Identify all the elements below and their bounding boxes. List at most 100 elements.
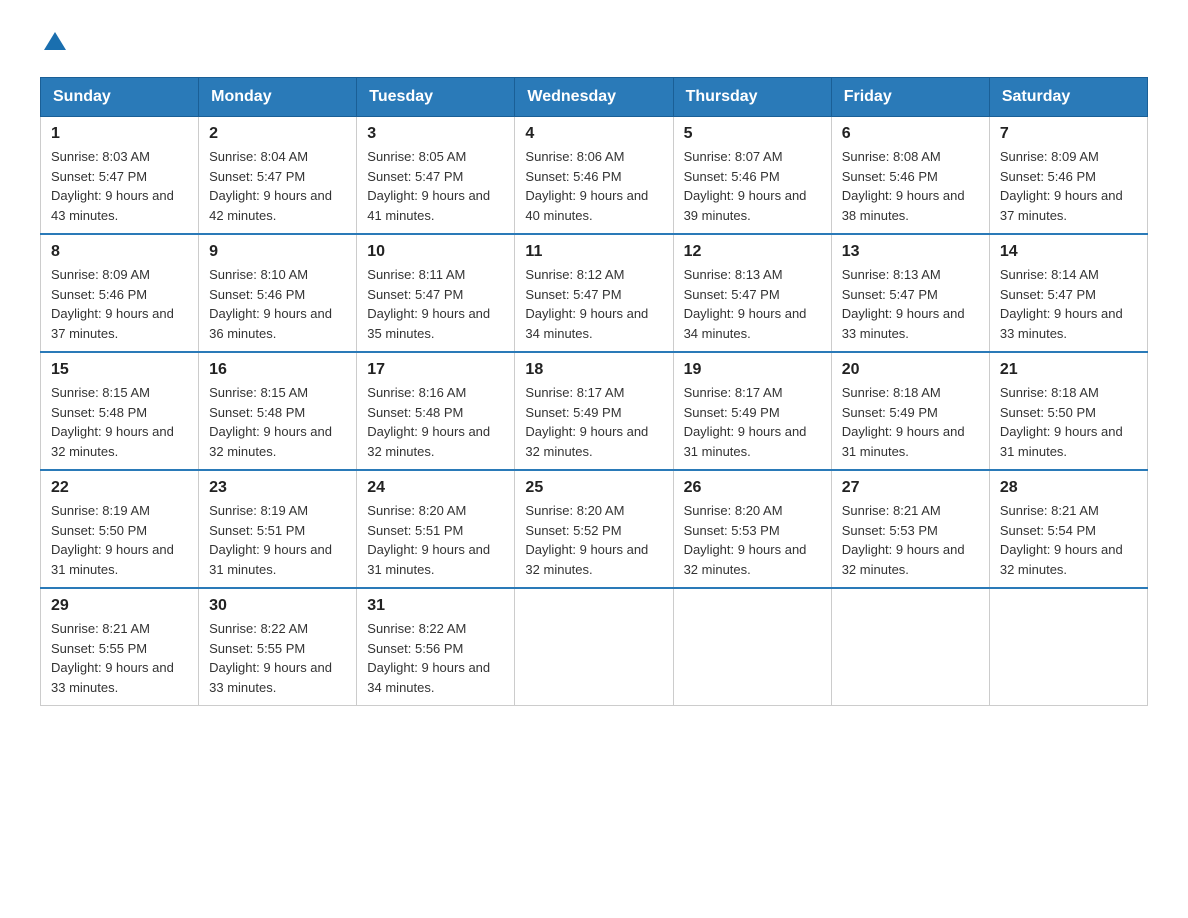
calendar-cell: 28 Sunrise: 8:21 AMSunset: 5:54 PMDaylig… <box>989 470 1147 588</box>
day-number: 12 <box>684 243 821 261</box>
day-number: 14 <box>1000 243 1137 261</box>
day-number: 5 <box>684 125 821 143</box>
calendar-cell <box>515 588 673 706</box>
calendar-cell: 14 Sunrise: 8:14 AMSunset: 5:47 PMDaylig… <box>989 234 1147 352</box>
calendar-cell: 3 Sunrise: 8:05 AMSunset: 5:47 PMDayligh… <box>357 117 515 235</box>
calendar-cell: 27 Sunrise: 8:21 AMSunset: 5:53 PMDaylig… <box>831 470 989 588</box>
calendar-cell <box>831 588 989 706</box>
day-info: Sunrise: 8:03 AMSunset: 5:47 PMDaylight:… <box>51 149 174 223</box>
page-header <box>40 30 1148 57</box>
calendar-cell: 20 Sunrise: 8:18 AMSunset: 5:49 PMDaylig… <box>831 352 989 470</box>
day-info: Sunrise: 8:18 AMSunset: 5:50 PMDaylight:… <box>1000 385 1123 459</box>
day-number: 28 <box>1000 479 1137 497</box>
day-number: 6 <box>842 125 979 143</box>
calendar-cell: 6 Sunrise: 8:08 AMSunset: 5:46 PMDayligh… <box>831 117 989 235</box>
calendar-cell: 31 Sunrise: 8:22 AMSunset: 5:56 PMDaylig… <box>357 588 515 706</box>
day-info: Sunrise: 8:06 AMSunset: 5:46 PMDaylight:… <box>525 149 648 223</box>
day-info: Sunrise: 8:17 AMSunset: 5:49 PMDaylight:… <box>684 385 807 459</box>
day-info: Sunrise: 8:13 AMSunset: 5:47 PMDaylight:… <box>684 267 807 341</box>
day-number: 20 <box>842 361 979 379</box>
logo-triangle-icon <box>44 30 66 52</box>
calendar-cell: 10 Sunrise: 8:11 AMSunset: 5:47 PMDaylig… <box>357 234 515 352</box>
day-info: Sunrise: 8:21 AMSunset: 5:55 PMDaylight:… <box>51 621 174 695</box>
day-info: Sunrise: 8:22 AMSunset: 5:56 PMDaylight:… <box>367 621 490 695</box>
day-info: Sunrise: 8:04 AMSunset: 5:47 PMDaylight:… <box>209 149 332 223</box>
day-number: 21 <box>1000 361 1137 379</box>
day-info: Sunrise: 8:16 AMSunset: 5:48 PMDaylight:… <box>367 385 490 459</box>
day-number: 8 <box>51 243 188 261</box>
day-info: Sunrise: 8:19 AMSunset: 5:51 PMDaylight:… <box>209 503 332 577</box>
calendar-header-row: SundayMondayTuesdayWednesdayThursdayFrid… <box>41 78 1148 117</box>
calendar-cell: 26 Sunrise: 8:20 AMSunset: 5:53 PMDaylig… <box>673 470 831 588</box>
day-number: 19 <box>684 361 821 379</box>
day-number: 27 <box>842 479 979 497</box>
day-number: 18 <box>525 361 662 379</box>
day-info: Sunrise: 8:20 AMSunset: 5:53 PMDaylight:… <box>684 503 807 577</box>
day-number: 9 <box>209 243 346 261</box>
calendar-cell: 25 Sunrise: 8:20 AMSunset: 5:52 PMDaylig… <box>515 470 673 588</box>
calendar-cell: 23 Sunrise: 8:19 AMSunset: 5:51 PMDaylig… <box>199 470 357 588</box>
column-header-wednesday: Wednesday <box>515 78 673 117</box>
day-info: Sunrise: 8:07 AMSunset: 5:46 PMDaylight:… <box>684 149 807 223</box>
calendar-cell: 22 Sunrise: 8:19 AMSunset: 5:50 PMDaylig… <box>41 470 199 588</box>
day-number: 4 <box>525 125 662 143</box>
day-number: 1 <box>51 125 188 143</box>
day-info: Sunrise: 8:09 AMSunset: 5:46 PMDaylight:… <box>1000 149 1123 223</box>
column-header-thursday: Thursday <box>673 78 831 117</box>
day-number: 10 <box>367 243 504 261</box>
calendar-cell: 29 Sunrise: 8:21 AMSunset: 5:55 PMDaylig… <box>41 588 199 706</box>
column-header-monday: Monday <box>199 78 357 117</box>
day-info: Sunrise: 8:10 AMSunset: 5:46 PMDaylight:… <box>209 267 332 341</box>
calendar-cell: 7 Sunrise: 8:09 AMSunset: 5:46 PMDayligh… <box>989 117 1147 235</box>
day-info: Sunrise: 8:13 AMSunset: 5:47 PMDaylight:… <box>842 267 965 341</box>
day-info: Sunrise: 8:14 AMSunset: 5:47 PMDaylight:… <box>1000 267 1123 341</box>
column-header-sunday: Sunday <box>41 78 199 117</box>
day-number: 26 <box>684 479 821 497</box>
day-number: 31 <box>367 597 504 615</box>
day-info: Sunrise: 8:19 AMSunset: 5:50 PMDaylight:… <box>51 503 174 577</box>
calendar-cell: 19 Sunrise: 8:17 AMSunset: 5:49 PMDaylig… <box>673 352 831 470</box>
day-number: 11 <box>525 243 662 261</box>
calendar-week-row: 22 Sunrise: 8:19 AMSunset: 5:50 PMDaylig… <box>41 470 1148 588</box>
day-info: Sunrise: 8:20 AMSunset: 5:51 PMDaylight:… <box>367 503 490 577</box>
day-number: 23 <box>209 479 346 497</box>
column-header-tuesday: Tuesday <box>357 78 515 117</box>
calendar-cell: 16 Sunrise: 8:15 AMSunset: 5:48 PMDaylig… <box>199 352 357 470</box>
calendar-cell: 24 Sunrise: 8:20 AMSunset: 5:51 PMDaylig… <box>357 470 515 588</box>
calendar-week-row: 29 Sunrise: 8:21 AMSunset: 5:55 PMDaylig… <box>41 588 1148 706</box>
calendar-cell <box>673 588 831 706</box>
day-number: 29 <box>51 597 188 615</box>
day-number: 15 <box>51 361 188 379</box>
calendar-cell: 12 Sunrise: 8:13 AMSunset: 5:47 PMDaylig… <box>673 234 831 352</box>
day-info: Sunrise: 8:12 AMSunset: 5:47 PMDaylight:… <box>525 267 648 341</box>
column-header-friday: Friday <box>831 78 989 117</box>
calendar-cell: 5 Sunrise: 8:07 AMSunset: 5:46 PMDayligh… <box>673 117 831 235</box>
calendar-cell: 8 Sunrise: 8:09 AMSunset: 5:46 PMDayligh… <box>41 234 199 352</box>
day-info: Sunrise: 8:17 AMSunset: 5:49 PMDaylight:… <box>525 385 648 459</box>
calendar-cell <box>989 588 1147 706</box>
day-number: 3 <box>367 125 504 143</box>
calendar-table: SundayMondayTuesdayWednesdayThursdayFrid… <box>40 77 1148 706</box>
calendar-cell: 1 Sunrise: 8:03 AMSunset: 5:47 PMDayligh… <box>41 117 199 235</box>
logo <box>40 30 66 57</box>
day-number: 2 <box>209 125 346 143</box>
day-info: Sunrise: 8:20 AMSunset: 5:52 PMDaylight:… <box>525 503 648 577</box>
day-info: Sunrise: 8:21 AMSunset: 5:54 PMDaylight:… <box>1000 503 1123 577</box>
calendar-cell: 21 Sunrise: 8:18 AMSunset: 5:50 PMDaylig… <box>989 352 1147 470</box>
calendar-week-row: 1 Sunrise: 8:03 AMSunset: 5:47 PMDayligh… <box>41 117 1148 235</box>
calendar-cell: 30 Sunrise: 8:22 AMSunset: 5:55 PMDaylig… <box>199 588 357 706</box>
day-info: Sunrise: 8:11 AMSunset: 5:47 PMDaylight:… <box>367 267 490 341</box>
day-number: 13 <box>842 243 979 261</box>
day-number: 22 <box>51 479 188 497</box>
day-number: 24 <box>367 479 504 497</box>
calendar-week-row: 8 Sunrise: 8:09 AMSunset: 5:46 PMDayligh… <box>41 234 1148 352</box>
day-info: Sunrise: 8:09 AMSunset: 5:46 PMDaylight:… <box>51 267 174 341</box>
calendar-week-row: 15 Sunrise: 8:15 AMSunset: 5:48 PMDaylig… <box>41 352 1148 470</box>
calendar-cell: 15 Sunrise: 8:15 AMSunset: 5:48 PMDaylig… <box>41 352 199 470</box>
day-number: 7 <box>1000 125 1137 143</box>
calendar-cell: 4 Sunrise: 8:06 AMSunset: 5:46 PMDayligh… <box>515 117 673 235</box>
day-number: 17 <box>367 361 504 379</box>
day-number: 30 <box>209 597 346 615</box>
day-info: Sunrise: 8:22 AMSunset: 5:55 PMDaylight:… <box>209 621 332 695</box>
day-number: 25 <box>525 479 662 497</box>
